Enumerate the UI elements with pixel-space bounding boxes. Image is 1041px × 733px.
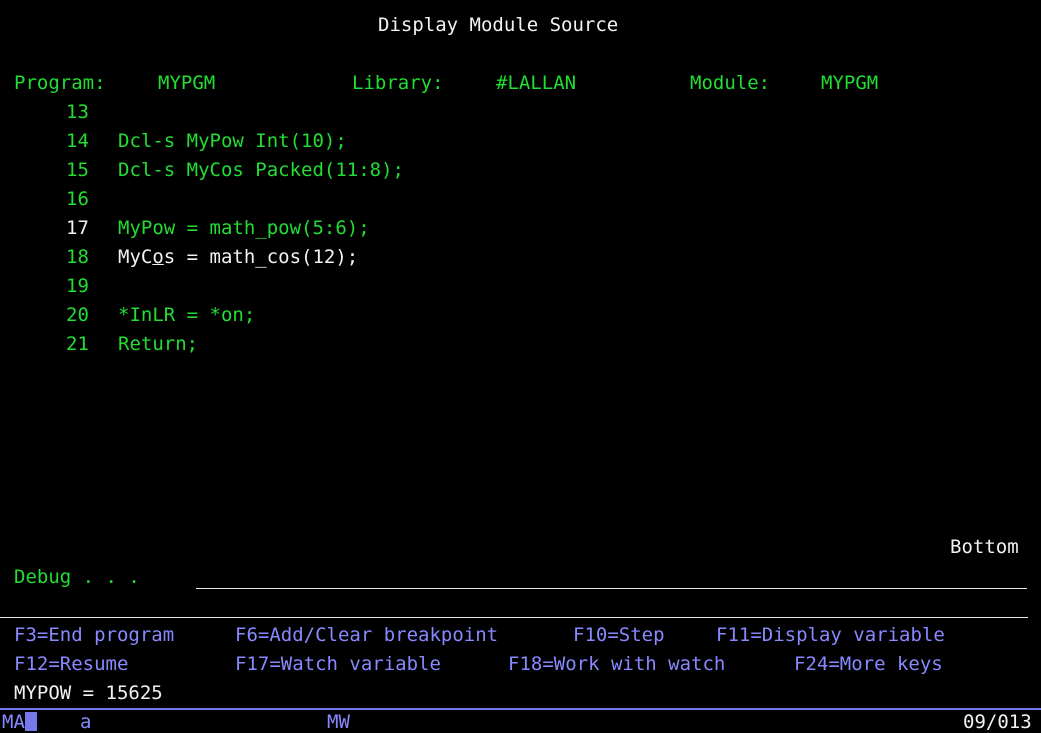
line-number: 21 [66,333,89,355]
f18-work-with-watch-key[interactable]: F18=Work with watch [508,653,725,675]
debug-command-input[interactable] [197,566,1027,588]
program-value: MYPGM [158,72,216,94]
line-number: 18 [66,246,89,268]
source-code[interactable]: Return; [118,333,198,355]
status-workstation: MW [327,711,350,733]
f10-step-key[interactable]: F10=Step [573,624,665,646]
library-label: Library: [352,72,444,94]
cursor-position: 09/013 [963,711,1032,733]
source-code-current[interactable]: MyCos = math_cos(12); [118,246,358,268]
module-value: MYPGM [821,72,879,94]
source-code[interactable]: Dcl-s MyCos Packed(11:8); [118,159,404,181]
input-inhibited-icon [24,712,37,731]
line-number: 20 [66,304,89,326]
message-line: MYPOW = 15625 [14,682,163,704]
text-cursor: o [152,246,164,268]
status-mode: a [80,711,92,733]
f17-watch-variable-key[interactable]: F17=Watch variable [235,653,441,675]
f12-resume-key[interactable]: F12=Resume [14,653,128,675]
line-number: 16 [66,188,89,210]
program-label: Program: [14,72,106,94]
f3-end-program-key[interactable]: F3=End program [14,624,174,646]
debug-label: Debug . . . [14,566,140,588]
line-number: 19 [66,275,89,297]
f24-more-keys-key[interactable]: F24=More keys [794,653,943,675]
status-indicator: MA [2,711,37,733]
line-number: 15 [66,159,89,181]
line-number: 13 [66,101,89,123]
status-bar-divider [0,708,1041,710]
library-value: #LALLAN [496,72,577,94]
f6-breakpoint-key[interactable]: F6=Add/Clear breakpoint [235,624,498,646]
line-number-current: 17 [66,217,89,239]
screen-title: Display Module Source [378,14,619,36]
debug-input-underline [196,588,1027,589]
position-indicator: Bottom [950,536,1019,558]
separator-line [0,617,1028,618]
module-label: Module: [690,72,771,94]
source-code[interactable]: *InLR = *on; [118,304,255,326]
source-code[interactable]: Dcl-s MyPow Int(10); [118,130,347,152]
f11-display-variable-key[interactable]: F11=Display variable [716,624,945,646]
line-number: 14 [66,130,89,152]
source-code[interactable]: MyPow = math_pow(5:6); [118,217,370,239]
